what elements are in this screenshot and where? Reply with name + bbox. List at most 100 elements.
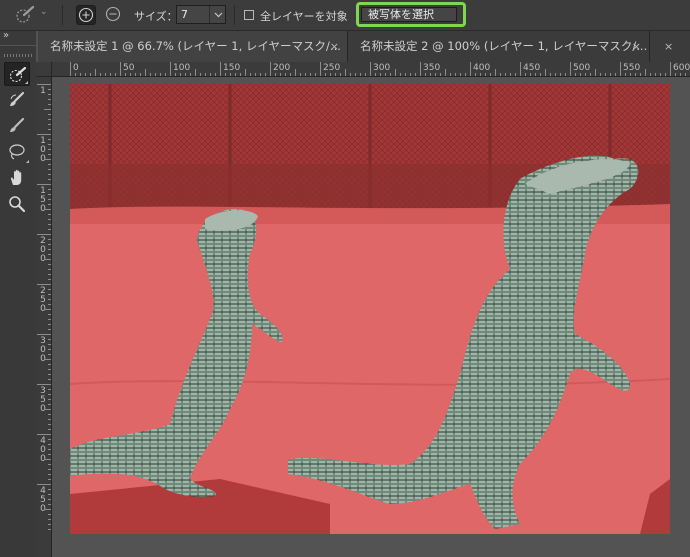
submenu-indicator: [25, 81, 28, 84]
ruler-minor-tick: [230, 73, 231, 76]
ruler-minor-tick: [48, 304, 51, 305]
brush-size-value[interactable]: 7: [181, 8, 188, 21]
ruler-minor-tick: [48, 254, 51, 255]
ruler-minor-tick: [675, 73, 676, 76]
sample-all-layers-checkbox[interactable]: [244, 10, 254, 20]
ruler-major-tick: [470, 62, 471, 76]
ruler-minor-tick: [650, 73, 651, 76]
ruler-minor-tick: [430, 73, 431, 76]
ruler-minor-tick: [80, 73, 81, 76]
ruler-minor-tick: [265, 73, 266, 76]
ruler-minor-tick: [145, 69, 146, 76]
add-to-selection-button[interactable]: [76, 5, 96, 25]
ruler-minor-tick: [48, 289, 51, 290]
tab-document-1[interactable]: 名称未設定 1 @ 66.7% (レイヤー 1, レイヤーマスク/... ×: [38, 31, 348, 62]
ruler-minor-tick: [460, 73, 461, 76]
ruler-origin[interactable]: [36, 62, 52, 77]
ruler-minor-tick: [48, 114, 51, 115]
canvas-area[interactable]: [52, 77, 690, 557]
ruler-minor-tick: [555, 73, 556, 76]
quick-selection-tool[interactable]: [4, 62, 30, 86]
ruler-minor-tick: [48, 124, 51, 125]
ruler-label: 100: [173, 63, 191, 73]
ruler-major-tick: [37, 384, 51, 385]
ruler-minor-tick: [48, 264, 51, 265]
ruler-major-tick: [37, 334, 51, 335]
ruler-minor-tick: [445, 69, 446, 76]
ruler-minor-tick: [605, 73, 606, 76]
tab-label: 名称未設定 1 @ 66.7% (レイヤー 1, レイヤーマスク/...: [50, 39, 341, 53]
ruler-label: 300: [373, 63, 391, 73]
vertical-ruler[interactable]: 1100150200250300350400450: [36, 77, 52, 557]
tab-document-2[interactable]: 名称未設定 2 @ 100% (レイヤー 1, レイヤーマスク/... ×: [348, 31, 650, 62]
ruler-minor-tick: [485, 73, 486, 76]
hand-icon: [10, 169, 22, 185]
double-chevron-icon: »: [3, 30, 10, 41]
brush-tool[interactable]: [4, 88, 30, 112]
ruler-minor-tick: [345, 69, 346, 76]
ruler-major-tick: [370, 62, 371, 76]
ruler-minor-tick: [48, 369, 51, 370]
ruler-minor-tick: [48, 139, 51, 140]
close-icon[interactable]: ×: [330, 31, 339, 62]
eraser-brush-tool[interactable]: [4, 114, 30, 138]
ruler-minor-tick: [400, 73, 401, 76]
horizontal-ruler[interactable]: 0 50 100 150 200 250 300 350 400 450 500 550 600: [52, 62, 690, 77]
panel-grip[interactable]: [4, 54, 32, 57]
ruler-minor-tick: [48, 404, 51, 405]
ruler-minor-tick: [255, 73, 256, 76]
ruler-minor-tick: [48, 214, 51, 215]
select-subject-button[interactable]: 被写体を選択: [361, 7, 457, 22]
ruler-minor-tick: [48, 99, 51, 100]
brush-size-field[interactable]: 7: [176, 5, 226, 24]
ruler-major-tick: [37, 134, 51, 135]
ruler-minor-tick: [365, 73, 366, 76]
ruler-minor-tick: [48, 504, 51, 505]
ruler-minor-tick: [610, 73, 611, 76]
ruler-minor-tick: [510, 73, 511, 76]
tab-document-3[interactable]: ×: [650, 31, 690, 62]
ruler-minor-tick: [48, 224, 51, 225]
ruler-minor-tick: [48, 339, 51, 340]
ruler-minor-tick: [530, 73, 531, 76]
select-subject-highlight: 被写体を選択: [356, 2, 466, 27]
lasso-tool[interactable]: [4, 140, 30, 164]
ruler-minor-tick: [360, 73, 361, 76]
ruler-major-tick: [37, 184, 51, 185]
panel-collapse-toggle[interactable]: »: [0, 30, 36, 45]
subtract-from-selection-button[interactable]: [104, 5, 124, 25]
ruler-label: 450: [523, 63, 541, 73]
ruler-minor-tick: [48, 299, 51, 300]
ruler-minor-tick: [295, 69, 296, 76]
ruler-minor-tick: [455, 73, 456, 76]
ruler-minor-tick: [405, 73, 406, 76]
ruler-minor-tick: [250, 73, 251, 76]
ruler-minor-tick: [625, 73, 626, 76]
close-icon[interactable]: ×: [632, 31, 641, 62]
ruler-major-tick: [670, 62, 671, 76]
ruler-minor-tick: [48, 464, 51, 465]
ruler-minor-tick: [90, 73, 91, 76]
tool-preset-icon[interactable]: [14, 4, 36, 26]
brush-size-dropdown[interactable]: [209, 6, 227, 23]
ruler-minor-tick: [330, 73, 331, 76]
ruler-minor-tick: [245, 69, 246, 76]
ruler-minor-tick: [505, 73, 506, 76]
ruler-minor-tick: [48, 314, 51, 315]
ruler-minor-tick: [48, 529, 51, 530]
document-canvas[interactable]: [70, 84, 670, 534]
close-icon[interactable]: ×: [664, 31, 673, 62]
ruler-major-tick: [620, 62, 621, 76]
hand-tool[interactable]: [4, 166, 30, 190]
ruler-minor-tick: [655, 73, 656, 76]
ruler-minor-tick: [635, 73, 636, 76]
ruler-minor-tick: [685, 73, 686, 76]
ruler-minor-tick: [410, 73, 411, 76]
zoom-tool[interactable]: [4, 192, 30, 216]
chevron-down-icon[interactable]: ⌄: [40, 7, 48, 17]
ruler-minor-tick: [375, 73, 376, 76]
ruler-minor-tick: [48, 494, 51, 495]
ruler-minor-tick: [44, 109, 51, 110]
ruler-label: 350: [423, 63, 441, 73]
ruler-minor-tick: [44, 209, 51, 210]
